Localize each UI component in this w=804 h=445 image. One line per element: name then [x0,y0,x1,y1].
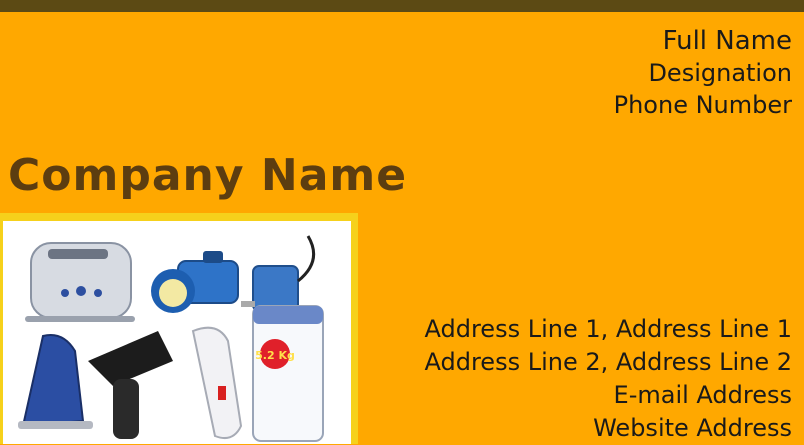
charger-icon [241,235,316,312]
hair-dryer-icon [88,331,173,439]
contact-block: Full Name Designation Phone Number [614,25,792,121]
top-bar [0,0,804,12]
appliances-illustration: 5.2 Kg [18,235,324,442]
address-line-1: Address Line 1, Address Line 1 [424,315,793,343]
washing-machine-icon: 5.2 Kg [252,305,324,442]
designation: Designation [648,59,792,87]
handheld-vacuum-icon [191,326,243,439]
photo-frame: 5.2 Kg [3,221,351,444]
washer-badge: 5.2 Kg [255,349,295,362]
appliances-photo: 5.2 Kg [0,213,358,444]
company-name: Company Name [8,150,408,201]
address-line-2: Address Line 2, Address Line 2 [424,348,793,376]
flashlight-icon [151,251,239,313]
phone-number: Phone Number [613,91,792,119]
website-address: Website Address [593,414,792,442]
full-name: Full Name [662,26,792,56]
address-block: Address Line 1, Address Line 1 Address L… [425,313,793,445]
email-address: E-mail Address [613,381,792,409]
iron-icon [18,334,93,429]
toaster-icon [25,242,135,322]
